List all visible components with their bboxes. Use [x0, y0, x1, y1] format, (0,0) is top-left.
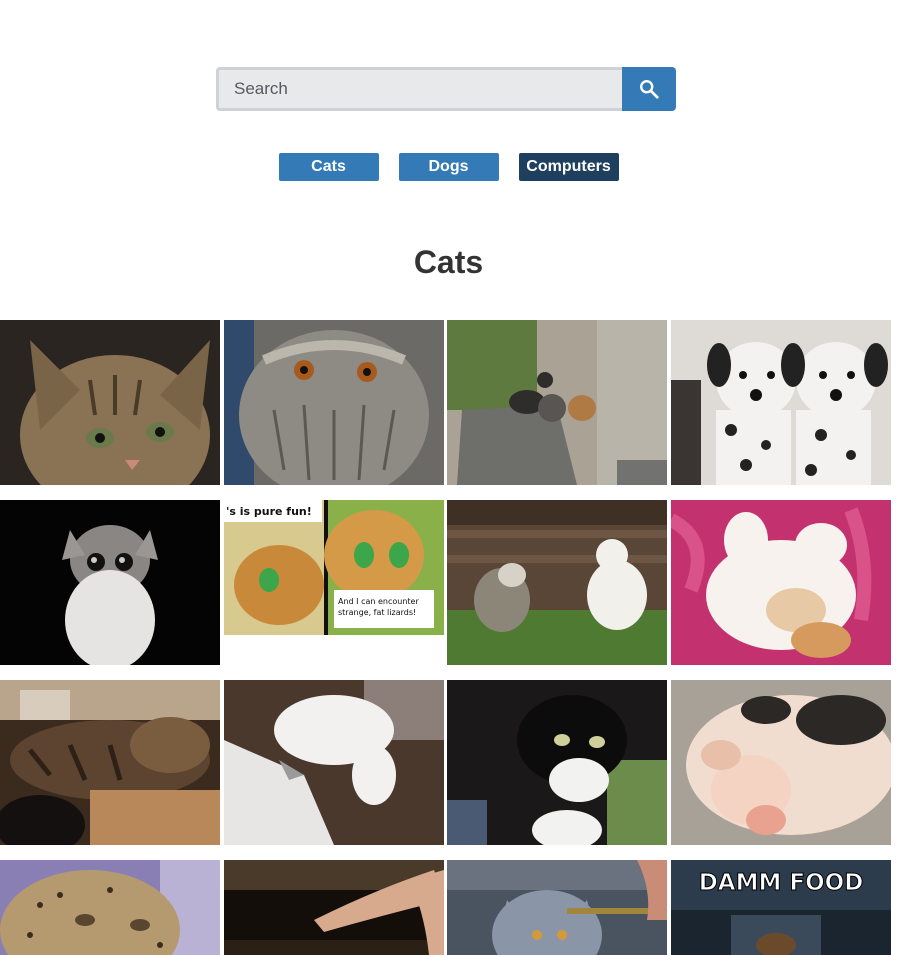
category-cats-button[interactable]: Cats: [278, 153, 379, 181]
tuxedo-cat-image[interactable]: [447, 680, 667, 845]
cheetah-image[interactable]: [0, 860, 220, 955]
cats-on-rocks-image[interactable]: [447, 320, 667, 485]
search-button[interactable]: [622, 67, 676, 111]
comic-caption-top: 's is pure fun!: [226, 505, 312, 518]
category-computers-button[interactable]: Computers: [518, 153, 619, 181]
sleeping-kitten-pink-blanket-image[interactable]: [671, 500, 891, 665]
tabby-kitten-image[interactable]: [0, 320, 220, 485]
search-bar: [216, 67, 676, 111]
damm-food-meme-image[interactable]: DAMM FOOD: [671, 860, 891, 955]
category-buttons: Cats Dogs Computers: [0, 153, 897, 181]
grey-cat-image[interactable]: [447, 860, 667, 955]
page: Cats Dogs Computers Cats: [0, 0, 897, 955]
cats-in-grass-image[interactable]: [447, 500, 667, 665]
sleeping-tabby-cat-image[interactable]: [0, 680, 220, 845]
image-grid: 's is pure fun! And I can encounter stran…: [0, 320, 897, 955]
owl-image[interactable]: [224, 320, 444, 485]
dalmatian-puppies-image[interactable]: [671, 320, 891, 485]
meme-caption: DAMM FOOD: [699, 870, 864, 896]
page-title: Cats: [413, 244, 484, 280]
search-input[interactable]: [216, 67, 622, 111]
white-cat-jumping-image[interactable]: [224, 680, 444, 845]
fluffy-kitten-image[interactable]: [0, 500, 220, 665]
hand-reaching-image[interactable]: [224, 860, 444, 955]
cartoon-cats-comic-image[interactable]: 's is pure fun! And I can encounter stran…: [224, 500, 444, 635]
sleeping-piglet-image[interactable]: [671, 680, 891, 845]
category-dogs-button[interactable]: Dogs: [398, 153, 499, 181]
search-icon: [640, 80, 659, 99]
